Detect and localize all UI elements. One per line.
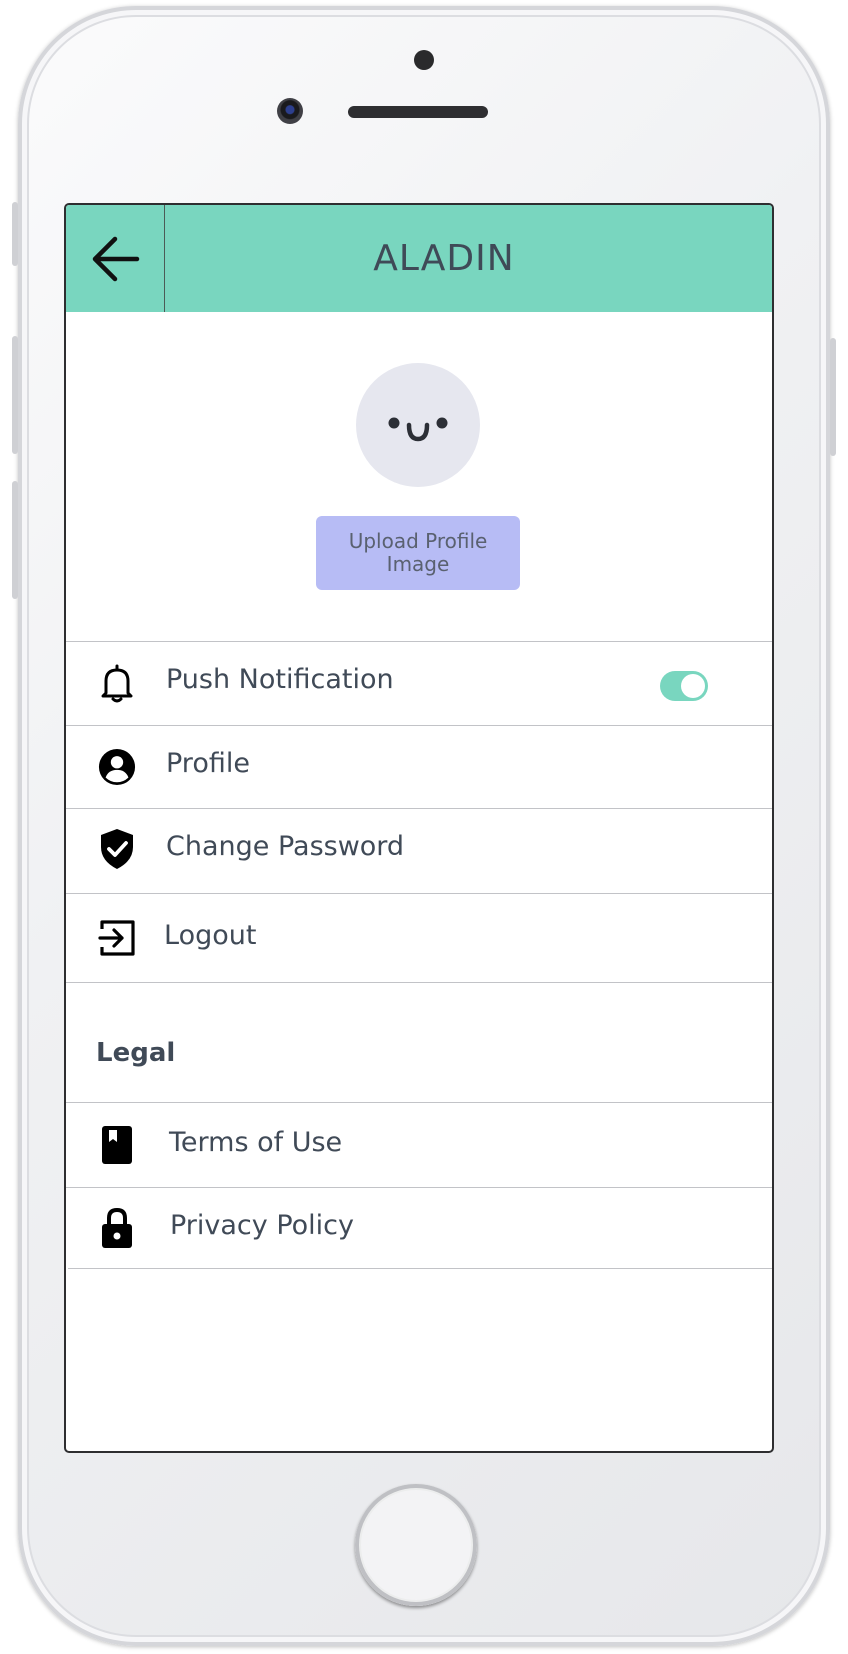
power-button	[830, 338, 836, 456]
volume-down-button	[12, 481, 18, 599]
book-icon	[98, 1125, 136, 1165]
mute-switch	[12, 202, 18, 266]
bell-icon	[98, 663, 136, 703]
back-button[interactable]	[66, 205, 165, 312]
app-header: ALADIN	[66, 205, 772, 312]
settings-item-label: Change Password	[166, 831, 405, 862]
user-circle-icon	[98, 747, 136, 787]
legal-item-privacy-policy[interactable]: Privacy Policy	[66, 1188, 772, 1268]
legal-item-label: Privacy Policy	[170, 1210, 355, 1241]
push-notification-toggle[interactable]	[660, 671, 708, 701]
earpiece-speaker	[348, 106, 488, 118]
home-button[interactable]	[355, 1484, 477, 1606]
settings-item-label: Push Notification	[166, 664, 394, 695]
app-screen: ALADIN Upload Profile Image Push Notific…	[64, 203, 774, 1453]
upload-profile-image-button[interactable]: Upload Profile Image	[316, 516, 520, 590]
divider	[66, 982, 772, 983]
settings-item-profile[interactable]: Profile	[66, 726, 772, 808]
lock-icon	[98, 1207, 136, 1248]
settings-item-label: Profile	[166, 748, 250, 779]
settings-item-label: Logout	[164, 920, 257, 951]
proximity-sensor	[414, 50, 434, 70]
settings-item-change-password[interactable]: Change Password	[66, 809, 772, 893]
divider	[68, 1268, 772, 1269]
legal-section-heading: Legal	[96, 1038, 176, 1068]
volume-up-button	[12, 336, 18, 454]
logout-icon	[98, 918, 136, 958]
avatar[interactable]	[356, 363, 480, 487]
shield-check-icon	[98, 829, 136, 869]
front-camera	[277, 98, 303, 124]
legal-item-terms-of-use[interactable]: Terms of Use	[66, 1103, 772, 1187]
smiley-face-icon	[388, 417, 448, 442]
settings-item-logout[interactable]: Logout	[66, 894, 772, 982]
legal-item-label: Terms of Use	[169, 1127, 343, 1158]
arrow-left-icon	[92, 236, 140, 281]
page-title: ALADIN	[373, 238, 515, 279]
toggle-knob	[681, 674, 705, 698]
